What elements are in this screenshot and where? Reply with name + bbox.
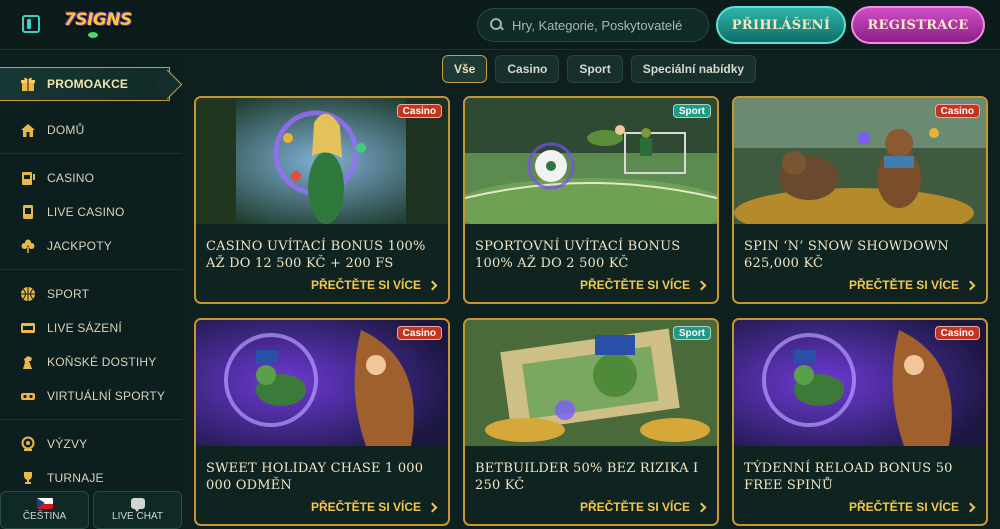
promo-title: SPORTOVNÍ UVÍTACÍ BONUS 100% AŽ DO 2 500… xyxy=(475,239,681,271)
chevron-right-icon xyxy=(696,502,707,512)
language-label: ČEŠTINA xyxy=(22,511,67,522)
sidebar-item-jackpoty[interactable]: JACKPOTY xyxy=(0,233,182,259)
sidebar-item-casino[interactable]: CASINO xyxy=(0,165,182,191)
category-badge: Casino xyxy=(934,326,980,340)
slot-machine-icon xyxy=(20,170,36,186)
promo-title: CASINO UVÍTACÍ BONUS 100% AŽ DO 12 500 K… xyxy=(206,239,426,271)
sidebar-item-konske-dostihy[interactable]: KOŇSKÉ DOSTIHY xyxy=(0,349,182,375)
sidebar-item-label: CASINO xyxy=(47,171,95,185)
horse-icon xyxy=(20,354,36,370)
chat-bubble-icon xyxy=(130,498,145,512)
promo-card[interactable]: Casino SPIN ‘N’ SNOW SHOWDOWN 625,000 KČ… xyxy=(732,96,988,304)
promo-title: TÝDENNÍ RELOAD BONUS 50 FREE SPINŮ xyxy=(744,461,953,493)
chevron-right-icon xyxy=(696,280,707,290)
read-more-label: PŘEČTĚTE SI VÍCE xyxy=(579,500,690,514)
sidebar-bottom-bar: ČEŠTINA LIVE CHAT xyxy=(0,491,182,529)
trophy-icon xyxy=(20,470,36,486)
promo-card[interactable]: Casino SWEET HOLIDAY CHASE 1 000 000 ODM… xyxy=(194,318,450,526)
read-more-link[interactable]: PŘEČTĚTE SI VÍCE xyxy=(848,278,976,292)
promo-card[interactable]: Sport BETBUILDER 50% BEZ RIZIKA I 250 KČ… xyxy=(463,318,719,526)
site-logo[interactable]: 7SIGNS xyxy=(64,10,132,40)
search-input[interactable] xyxy=(512,17,702,33)
sidebar-divider xyxy=(0,419,182,420)
filter-chip-vse[interactable]: Vše xyxy=(442,55,488,83)
target-icon xyxy=(20,436,36,452)
category-badge: Casino xyxy=(396,104,442,118)
logo-text: 7SIGNS xyxy=(64,10,132,30)
register-button[interactable]: REGISTRACE xyxy=(851,6,985,44)
cards-icon xyxy=(20,204,36,220)
sidebar-item-vyzvy[interactable]: VÝZVY xyxy=(0,431,182,457)
read-more-link[interactable]: PŘEČTĚTE SI VÍCE xyxy=(310,500,438,514)
live-chat-button[interactable]: LIVE CHAT xyxy=(93,491,182,529)
category-badge: Sport xyxy=(672,326,711,340)
read-more-label: PŘEČTĚTE SI VÍCE xyxy=(579,278,690,292)
sidebar-item-label: VÝZVY xyxy=(47,437,88,451)
logo-gem-icon xyxy=(88,32,98,38)
category-filters: Vše Casino Sport Speciální nabídky xyxy=(442,55,757,83)
sidebar-item-domu[interactable]: DOMŮ xyxy=(0,117,182,143)
login-button[interactable]: PŘIHLÁŠENÍ xyxy=(716,6,846,44)
promo-card[interactable]: Casino CASINO UVÍTACÍ BONUS 100% AŽ DO 1… xyxy=(194,96,450,304)
read-more-label: PŘEČTĚTE SI VÍCE xyxy=(310,278,421,292)
promo-title: BETBUILDER 50% BEZ RIZIKA I 250 KČ xyxy=(475,461,699,493)
sidebar-item-label: SPORT xyxy=(47,287,90,301)
sidebar-item-promoakce[interactable]: PROMOAKCE xyxy=(0,67,170,101)
sidebar-item-label: LIVE CASINO xyxy=(47,205,125,219)
sidebar-item-label: VIRTUÁLNÍ SPORTY xyxy=(47,389,166,403)
basketball-icon xyxy=(20,286,36,302)
promotions-content: Vše Casino Sport Speciální nabídky Casin… xyxy=(182,51,1000,529)
category-badge: Casino xyxy=(396,326,442,340)
sidebar-item-label: LIVE SÁZENÍ xyxy=(47,321,122,335)
live-chat-label: LIVE CHAT xyxy=(112,511,163,522)
promo-title: SPIN ‘N’ SNOW SHOWDOWN 625,000 KČ xyxy=(744,239,949,271)
filter-chip-sport[interactable]: Sport xyxy=(567,55,623,83)
sidebar-item-live-casino[interactable]: LIVE CASINO xyxy=(0,199,182,225)
search-box[interactable] xyxy=(477,8,709,42)
language-button[interactable]: ČEŠTINA xyxy=(0,491,89,529)
category-badge: Casino xyxy=(934,104,980,118)
promo-title: SWEET HOLIDAY CHASE 1 000 000 ODMĚN xyxy=(206,461,424,493)
app: 7SIGNS PŘIHLÁŠENÍ REGISTRACE PROMOAKCE D… xyxy=(0,0,1000,529)
read-more-link[interactable]: PŘEČTĚTE SI VÍCE xyxy=(579,500,707,514)
read-more-link[interactable]: PŘEČTĚTE SI VÍCE xyxy=(310,278,438,292)
chevron-right-icon xyxy=(965,280,976,290)
chevron-right-icon xyxy=(965,502,976,512)
read-more-link[interactable]: PŘEČTĚTE SI VÍCE xyxy=(848,500,976,514)
sidebar-divider xyxy=(0,153,182,154)
filter-chip-casino[interactable]: Casino xyxy=(495,55,560,83)
sidebar-item-label: JACKPOTY xyxy=(47,239,112,253)
czech-flag-icon xyxy=(36,498,53,509)
sidebar-item-virtualni-sporty[interactable]: VIRTUÁLNÍ SPORTY xyxy=(0,383,182,409)
home-icon xyxy=(20,122,36,138)
category-badge: Sport xyxy=(672,104,711,118)
sidebar-item-sport[interactable]: SPORT xyxy=(0,281,182,307)
sidebar-item-label: KOŇSKÉ DOSTIHY xyxy=(47,355,157,369)
sidebar-item-label: DOMŮ xyxy=(47,123,85,137)
read-more-link[interactable]: PŘEČTĚTE SI VÍCE xyxy=(579,278,707,292)
filter-chip-specialni-nabidky[interactable]: Speciální nabídky xyxy=(630,55,757,83)
sidebar-item-label: TURNAJE xyxy=(47,471,104,485)
sidebar-divider xyxy=(0,269,182,270)
live-icon xyxy=(20,320,36,336)
read-more-label: PŘEČTĚTE SI VÍCE xyxy=(310,500,421,514)
chevron-right-icon xyxy=(427,280,438,290)
read-more-label: PŘEČTĚTE SI VÍCE xyxy=(848,278,959,292)
sidebar: PROMOAKCE DOMŮ CASINO LIVE CASINO JACKPO… xyxy=(0,51,182,529)
sidebar-item-turnaje[interactable]: TURNAJE xyxy=(0,465,182,491)
search-icon xyxy=(490,18,504,32)
clover-icon xyxy=(20,238,36,254)
top-header: 7SIGNS PŘIHLÁŠENÍ REGISTRACE xyxy=(0,0,1000,50)
sidebar-toggle-icon[interactable] xyxy=(22,15,40,33)
vr-headset-icon xyxy=(20,388,36,404)
promo-card[interactable]: Casino TÝDENNÍ RELOAD BONUS 50 FREE SPIN… xyxy=(732,318,988,526)
gift-icon xyxy=(20,76,36,92)
read-more-label: PŘEČTĚTE SI VÍCE xyxy=(848,500,959,514)
sidebar-item-label: PROMOAKCE xyxy=(47,77,129,91)
chevron-right-icon xyxy=(427,502,438,512)
sidebar-item-live-sazeni[interactable]: LIVE SÁZENÍ xyxy=(0,315,182,341)
promo-card[interactable]: Sport SPORTOVNÍ UVÍTACÍ BONUS 100% AŽ DO… xyxy=(463,96,719,304)
